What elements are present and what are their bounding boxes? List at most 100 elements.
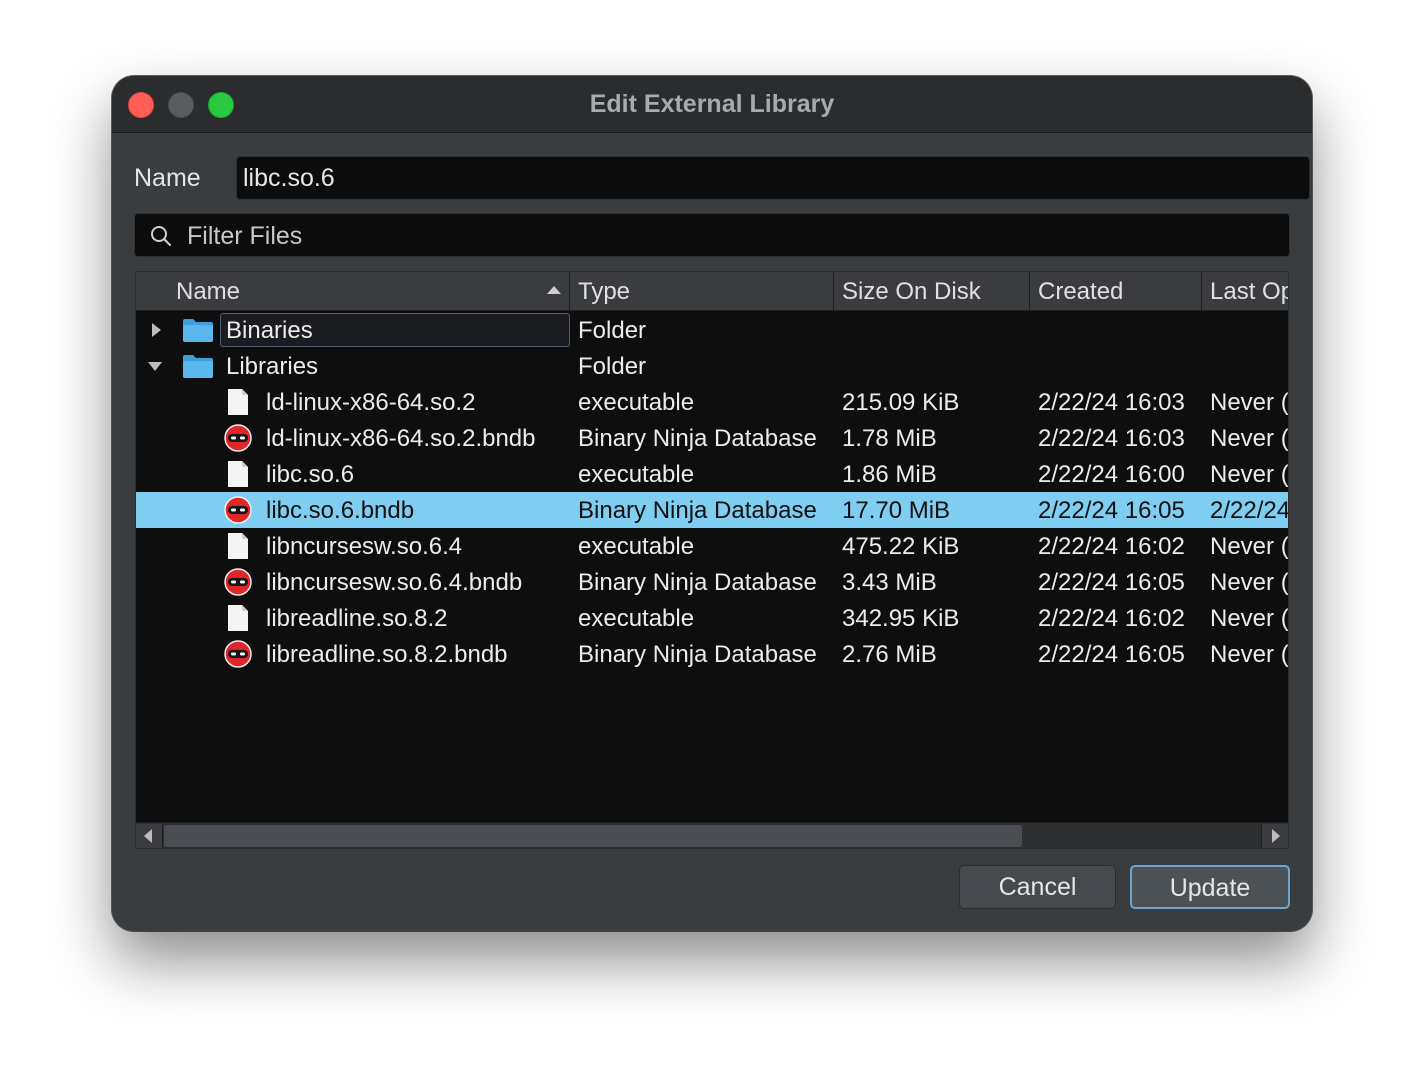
type-cell: executable [578,533,695,560]
name-cell: libreadline.so.8.2 [136,600,570,636]
column-header-name[interactable]: Name [136,272,570,310]
file-name: libncursesw.so.6.4.bndb [266,569,523,596]
file-icon [222,532,254,560]
created-cell: 2/22/24 16:02 [1038,533,1185,560]
created-cell: 2/22/24 16:03 [1038,389,1185,416]
name-cell: ld-linux-x86-64.so.2.bndb [136,420,570,456]
last-opened-cell: Never ( [1210,533,1289,560]
type-cell: Binary Ninja Database [578,425,817,452]
arrow-right-icon [1272,829,1280,843]
file-name: libreadline.so.8.2.bndb [266,641,508,668]
folder-icon [182,316,214,344]
created-cell: 2/22/24 16:05 [1038,497,1185,524]
column-header-type[interactable]: Type [570,272,834,310]
type-cell: Folder [578,353,647,380]
binary-ninja-icon [222,496,254,524]
column-header-size[interactable]: Size On Disk [834,272,1030,310]
last-opened-cell: 2/22/24 [1210,497,1289,524]
window-title: Edit External Library [589,90,835,118]
table-row[interactable]: libreadline.so.8.2 executable 342.95 KiB 2/… [136,600,1289,636]
name-cell: libncursesw.so.6.4 [136,528,570,564]
type-cell: executable [578,605,695,632]
file-name: Binaries [226,317,313,344]
file-name: libc.so.6.bndb [266,497,415,524]
created-cell [1038,312,1206,348]
table-row[interactable]: libncursesw.so.6.4.bndb Binary Ninja Data… [136,564,1289,600]
size-cell: 215.09 KiB [842,389,960,416]
filter-input[interactable] [185,214,1279,258]
binary-ninja-icon [222,424,254,452]
cancel-button[interactable]: Cancel [959,865,1116,909]
type-cell: Folder [578,317,647,344]
name-cell: libreadline.so.8.2.bndb [136,636,570,672]
last-opened-cell: Never ( [1210,425,1289,452]
size-cell: 1.78 MiB [842,425,937,452]
created-cell: 2/22/24 16:00 [1038,461,1185,488]
file-name: libncursesw.so.6.4 [266,533,463,560]
file-icon [222,460,254,488]
size-cell: 342.95 KiB [842,605,960,632]
created-cell: 2/22/24 16:02 [1038,605,1185,632]
name-label: Name [134,164,201,192]
title-bar: Edit External Library [112,76,1312,133]
file-name: Libraries [226,353,319,380]
scrollbar-thumb[interactable] [164,825,1022,847]
column-header-created[interactable]: Created [1030,272,1202,310]
file-icon [222,388,254,416]
file-name: libreadline.so.8.2 [266,605,448,632]
type-cell: executable [578,461,695,488]
type-cell: Binary Ninja Database [578,569,817,596]
table-row[interactable]: libc.so.6.bndb Binary Ninja Database 17.70… [136,492,1289,528]
table-row[interactable]: libncursesw.so.6.4 executable 475.22 KiB 2/… [136,528,1289,564]
table-header: Name Type Size On Disk Created Last Op [136,272,1288,311]
last-opened-cell: Never ( [1210,461,1289,488]
column-header-label: Name [176,278,241,305]
table-row[interactable]: ld-linux-x86-64.so.2.bndb Binary Ninja Da… [136,420,1289,456]
last-opened-cell: Never ( [1210,569,1289,596]
column-header-last-opened[interactable]: Last Op [1202,272,1288,310]
horizontal-scrollbar[interactable] [136,822,1288,848]
disclosure-expanded-icon[interactable] [148,362,162,371]
table-row[interactable]: libreadline.so.8.2.bndb Binary Ninja Data… [136,636,1289,672]
table-row[interactable]: libc.so.6 executable 1.86 MiB 2/22/24 16:00… [136,456,1289,492]
name-input[interactable] [236,156,1310,200]
folder-icon [182,352,214,380]
last-opened-cell: Never ( [1210,389,1289,416]
last-opened-cell: Never ( [1210,641,1289,668]
type-cell: Binary Ninja Database [578,641,817,668]
scroll-right-button[interactable] [1261,824,1288,848]
name-cell: ld-linux-x86-64.so.2 [136,384,570,420]
search-icon [151,226,171,246]
scroll-left-button[interactable] [136,824,163,848]
size-cell: 17.70 MiB [842,497,951,524]
last-opened-cell [1210,312,1288,348]
created-cell: 2/22/24 16:03 [1038,425,1185,452]
size-cell: 2.76 MiB [842,641,937,668]
last-opened-cell [1210,348,1288,384]
binary-ninja-icon [222,640,254,668]
name-cell: Binaries [136,312,570,348]
name-cell: libncursesw.so.6.4.bndb [136,564,570,600]
created-cell [1038,348,1206,384]
file-name: ld-linux-x86-64.so.2.bndb [266,425,536,452]
folder-row[interactable]: Libraries Folder [136,348,1288,384]
created-cell: 2/22/24 16:05 [1038,641,1185,668]
last-opened-cell: Never ( [1210,605,1289,632]
arrow-left-icon [144,829,152,843]
folder-row[interactable]: Binaries Folder [136,312,1288,348]
size-cell: 1.86 MiB [842,461,937,488]
filter-field[interactable] [134,213,1290,258]
file-icon [222,604,254,632]
sort-ascending-icon [547,286,561,294]
binary-ninja-icon [222,568,254,596]
file-table: Name Type Size On Disk Created Last Op B… [135,271,1289,849]
size-cell [842,348,1032,384]
disclosure-collapsed-icon[interactable] [152,323,161,337]
file-name: libc.so.6 [266,461,355,488]
dialog-window: Edit External Library Name Name Type Siz… [112,76,1312,931]
table-row[interactable]: ld-linux-x86-64.so.2 executable 215.09 KiB… [136,384,1289,420]
size-cell: 3.43 MiB [842,569,937,596]
size-cell: 475.22 KiB [842,533,960,560]
file-name: ld-linux-x86-64.so.2 [266,389,476,416]
update-button[interactable]: Update [1130,865,1290,909]
